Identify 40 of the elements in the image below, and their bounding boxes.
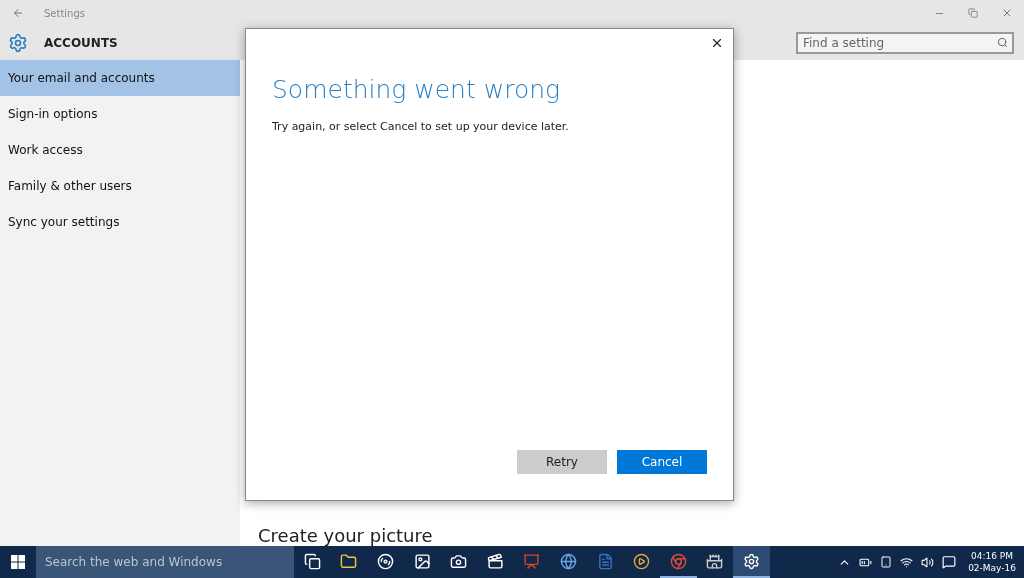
globe-icon <box>559 552 577 570</box>
notifications-icon[interactable] <box>942 555 957 569</box>
presentation-icon <box>523 552 541 570</box>
close-icon <box>710 36 724 50</box>
secondary-button[interactable]: Retry <box>517 450 607 474</box>
search-field[interactable]: Find a setting <box>796 32 1014 54</box>
tablet-icon[interactable] <box>880 556 893 568</box>
close-icon <box>1001 7 1013 19</box>
wifi-icon[interactable] <box>900 555 914 569</box>
sidebar-item[interactable]: Sync your settings <box>0 204 240 240</box>
settings-icon <box>8 33 28 53</box>
tower-icon <box>706 552 724 570</box>
dialog-message: Try again, or select Cancel to set up your device later. <box>272 120 570 135</box>
gear-icon <box>742 552 760 570</box>
task-view-icon <box>303 552 321 570</box>
sidebar-item[interactable]: Sign-in options <box>0 96 240 132</box>
volume-icon[interactable] <box>921 555 935 569</box>
primary-button[interactable]: Cancel <box>617 450 707 474</box>
disc-icon <box>377 552 394 570</box>
camera-icon <box>450 552 468 570</box>
search-icon[interactable] <box>997 37 1008 48</box>
sidebar-item[interactable]: Work access <box>0 132 240 168</box>
clock-time: 04:16 PM <box>971 550 1014 562</box>
section-title: ACCOUNTS <box>44 36 118 50</box>
window-title: Settings <box>44 7 86 19</box>
restore-icon <box>968 8 978 18</box>
taskbar-search-field[interactable]: Search the web and Windows <box>36 546 294 578</box>
section-heading: Create your picture <box>258 526 434 546</box>
folder-icon <box>340 552 358 570</box>
sidebar-item[interactable]: Your email and accounts <box>0 60 240 96</box>
browser-icon <box>669 552 687 570</box>
clock-date: 02-May-16 <box>968 562 1016 574</box>
windows-icon <box>11 555 25 569</box>
document-icon <box>596 552 614 570</box>
taskbar-app-button[interactable] <box>733 546 770 578</box>
play-icon <box>633 552 651 570</box>
sidebar-item[interactable]: Family & other users <box>0 168 240 204</box>
dialog-title: Something went wrong <box>272 75 562 104</box>
clapperboard-icon <box>486 552 504 570</box>
image-icon <box>413 552 431 570</box>
